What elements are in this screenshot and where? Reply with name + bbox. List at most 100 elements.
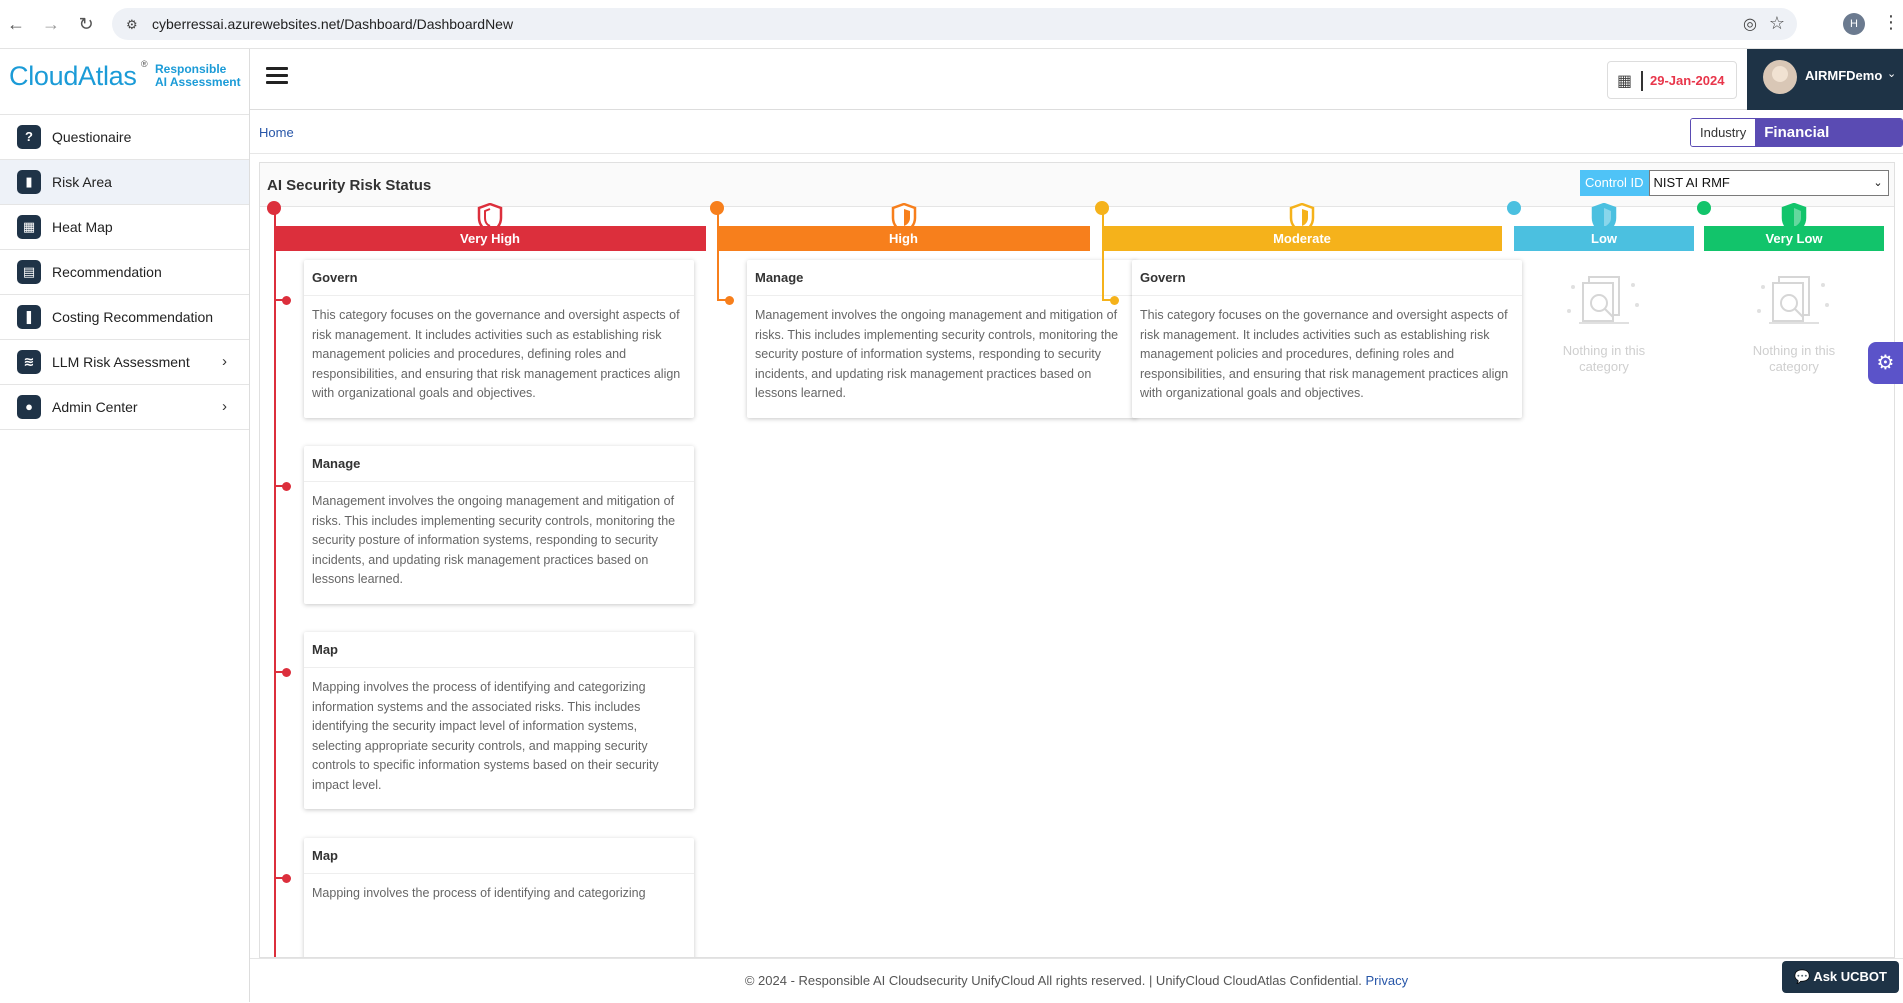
timeline-dot	[1110, 295, 1119, 305]
footer: © 2024 - Responsible AI Cloudsecurity Un…	[250, 958, 1903, 1002]
empty-text-line1: Nothing in this	[1562, 343, 1646, 358]
sidebar-item-label: LLM Risk Assessment	[52, 354, 190, 370]
logo-atlas: Atlas	[78, 61, 137, 91]
registered-mark: ®	[141, 59, 148, 69]
privacy-link[interactable]: Privacy	[1366, 973, 1409, 988]
chevron-down-icon: ⌄	[1873, 177, 1883, 189]
card-description: Management involves the ongoing manageme…	[755, 308, 1119, 400]
risk-level-label: High	[717, 226, 1090, 251]
risk-level-label: Moderate	[1102, 226, 1502, 251]
timeline-line	[1102, 208, 1104, 299]
star-icon[interactable]: ☆	[1769, 13, 1785, 34]
chat-icon: 💬	[1793, 969, 1814, 984]
risk-level-label: Very High	[274, 226, 706, 251]
reload-icon[interactable]: ↻	[76, 14, 96, 34]
comment-icon: ❚	[17, 305, 41, 329]
sidebar-item-label: Admin Center	[52, 399, 138, 415]
top-bar: ▦ 29-Jan-2024 AIRMFDemo ⌄	[250, 49, 1903, 110]
risk-level-label: Low	[1514, 226, 1694, 251]
browser-toolbar: ← → ↻ ⚙ cyberressai.azurewebsites.net/Da…	[0, 0, 1903, 49]
archive-icon: ▤	[17, 260, 41, 284]
timeline-dot	[725, 295, 734, 305]
breadcrumb-home[interactable]: Home	[259, 125, 294, 140]
card-title: Govern	[304, 260, 694, 296]
back-icon[interactable]: ←	[6, 14, 26, 34]
card-description: Mapping involves the process of identify…	[312, 680, 659, 792]
control-id-value: NIST AI RMF	[1653, 175, 1730, 190]
logo-tagline: Responsible AI Assessment	[155, 63, 241, 89]
card-description: Management involves the ongoing manageme…	[312, 494, 676, 586]
date-display: ▦ 29-Jan-2024	[1607, 61, 1737, 99]
control-id-select[interactable]: Control ID NIST AI RMF ⌄	[1580, 170, 1889, 196]
calendar-icon: ▦	[1617, 73, 1633, 90]
eye-off-icon[interactable]: ◎	[1743, 14, 1757, 34]
risk-category-card[interactable]: Map Mapping involves the process of ident…	[304, 632, 694, 809]
empty-state: Nothing in this category	[1724, 271, 1864, 375]
menu-toggle-icon[interactable]	[266, 67, 288, 88]
tagline-line2: AI Assessment	[155, 75, 241, 89]
sidebar-item-label: Heat Map	[52, 219, 113, 235]
timeline-dot	[282, 667, 291, 677]
sidebar-item-heat-map[interactable]: ▦ Heat Map	[0, 205, 249, 250]
chevron-down-icon: ⌄	[1887, 68, 1897, 80]
lane-marker	[1697, 201, 1711, 215]
sidebar-item-costing-recommendation[interactable]: ❚ Costing Recommendation	[0, 295, 249, 340]
card-title: Map	[304, 632, 694, 668]
sidebar-item-questionaire[interactable]: ? Questionaire	[0, 115, 249, 160]
timeline-dot	[282, 481, 291, 491]
chevron-right-icon: ›	[222, 398, 227, 415]
card-title: Map	[304, 838, 694, 874]
sidebar-item-llm-risk-assessment[interactable]: ≋ LLM Risk Assessment ›	[0, 340, 249, 385]
logo-text: CloudAtlas	[9, 61, 137, 92]
industry-selector[interactable]: Industry Financial Services	[1690, 118, 1903, 147]
avatar	[1763, 60, 1797, 94]
timeline-line	[274, 208, 276, 957]
empty-text-line2: category	[1769, 359, 1819, 374]
forward-icon[interactable]: →	[41, 14, 61, 34]
timeline-dot	[282, 295, 291, 305]
ucbot-label: Ask UCBOT	[1813, 969, 1887, 984]
current-date: 29-Jan-2024	[1650, 73, 1725, 88]
brand-logo[interactable]: CloudAtlas ® Responsible AI Assessment	[0, 49, 249, 115]
url-text[interactable]: cyberressai.azurewebsites.net/Dashboard/…	[152, 16, 513, 32]
panel-title: AI Security Risk Status	[267, 177, 432, 194]
risk-status-panel: AI Security Risk Status Control ID NIST …	[259, 162, 1895, 958]
risk-category-card[interactable]: Map Mapping involves the process of ident…	[304, 838, 694, 957]
risk-level-label: Very Low	[1704, 226, 1884, 251]
card-description: This category focuses on the governance …	[1140, 308, 1509, 400]
profile-avatar[interactable]: H	[1843, 13, 1865, 35]
address-bar[interactable]: ⚙ cyberressai.azurewebsites.net/Dashboar…	[112, 8, 1797, 40]
browser-menu-icon[interactable]: ⋮	[1882, 12, 1900, 33]
breadcrumb: Home Industry Financial Services	[250, 110, 1903, 154]
user-menu[interactable]: AIRMFDemo ⌄	[1747, 49, 1903, 110]
control-id-label: Control ID	[1580, 170, 1649, 196]
sidebar-item-recommendation[interactable]: ▤ Recommendation	[0, 250, 249, 295]
settings-gear-icon[interactable]: ⚙	[1868, 342, 1903, 384]
card-description: This category focuses on the governance …	[312, 308, 681, 400]
site-settings-icon[interactable]: ⚙	[126, 17, 138, 33]
risk-category-card[interactable]: Govern This category focuses on the gover…	[304, 260, 694, 418]
empty-state: Nothing in this category	[1534, 271, 1674, 375]
card-title: Govern	[1132, 260, 1522, 296]
card-title: Manage	[747, 260, 1137, 296]
clipboard-icon: ▮	[17, 170, 41, 194]
logo-cloud: Cloud	[9, 61, 79, 91]
map-icon: ▦	[17, 215, 41, 239]
control-id-dropdown[interactable]: NIST AI RMF ⌄	[1648, 170, 1889, 196]
card-description: Mapping involves the process of identify…	[312, 886, 646, 900]
empty-document-icon	[1567, 276, 1639, 324]
risk-category-card[interactable]: Manage Management involves the ongoing ma…	[304, 446, 694, 604]
risk-category-card[interactable]: Manage Management involves the ongoing ma…	[747, 260, 1137, 418]
sidebar-item-admin-center[interactable]: ● Admin Center ›	[0, 385, 249, 430]
risk-category-card[interactable]: Govern This category focuses on the gover…	[1132, 260, 1522, 418]
empty-text-line2: category	[1579, 359, 1629, 374]
chevron-right-icon: ›	[222, 353, 227, 370]
timeline-dot	[282, 873, 291, 883]
user-icon: ●	[17, 395, 41, 419]
lane-marker	[1507, 201, 1521, 215]
sidebar-item-label: Questionaire	[52, 129, 132, 145]
sidebar-item-risk-area[interactable]: ▮ Risk Area	[0, 160, 249, 205]
footer-text: © 2024 - Responsible AI Cloudsecurity Un…	[744, 973, 1362, 988]
ask-ucbot-button[interactable]: 💬 Ask UCBOT	[1782, 961, 1899, 993]
sidebar-item-label: Risk Area	[52, 174, 112, 190]
